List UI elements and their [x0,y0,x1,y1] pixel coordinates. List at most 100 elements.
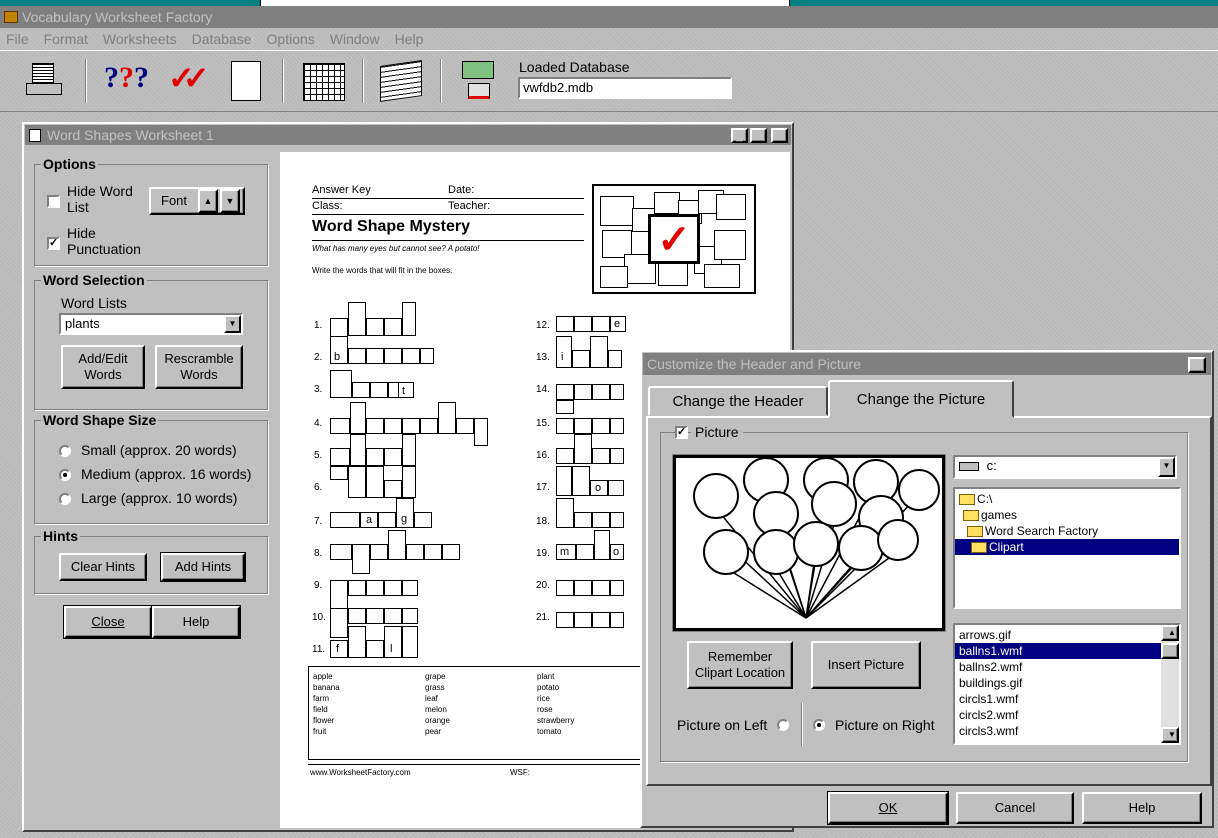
picture-label[interactable]: Picture [691,424,743,440]
tab-change-header-label: Change the Header [672,392,804,410]
dialog-help-button[interactable]: Help [1082,792,1202,824]
worksheet-icon[interactable] [380,60,422,102]
dialog-title: Customize the Header and Picture [647,356,861,372]
tab-change-picture[interactable]: Change the Picture [828,380,1014,418]
maximize-button[interactable]: □ [750,128,767,143]
scroll-down-button[interactable]: ▼ [1161,727,1179,743]
picture-on-right-label[interactable]: Picture on Right [835,717,935,733]
hide-punctuation-checkbox[interactable]: ✓ [47,237,60,250]
options-group: Options Hide Word List Font ▲ ▼ ✓ Hide P… [34,156,268,266]
folder-list[interactable]: C:\ games Word Search Factory Clipart [953,487,1181,609]
close-button[interactable]: Close [63,605,153,639]
word-lists-label: Word Lists [61,295,127,311]
menu-file[interactable]: File [6,31,29,47]
add-hints-label: Add Hints [174,559,232,574]
remember-clipart-button[interactable]: Remember Clipart Location [687,641,793,689]
ws-titlebar[interactable]: Word Shapes Worksheet 1 ▁ □ ✕ [25,125,791,145]
dialog-titlebar[interactable]: Customize the Header and Picture ✕ [643,353,1211,375]
word-list-select[interactable]: plants ▼ [59,313,243,335]
word-bank-word: grape [425,672,446,681]
word-bank-word: leaf [425,694,438,703]
help-questions-icon[interactable]: ??? [104,61,149,95]
file-item[interactable]: circls3.wmf [955,723,1179,739]
folder-item[interactable]: Word Search Factory [955,523,1179,539]
picture-group: ✓ Picture c: ▼ C:\ games Word Search Fac… [660,424,1188,762]
item-number: 3. [314,384,323,395]
tab-change-picture-label: Change the Picture [856,390,986,408]
cancel-button[interactable]: Cancel [956,792,1074,824]
word-bank-col-3: plant potato rice rose strawberry tomato [537,671,574,737]
drive-select[interactable]: c: ▼ [953,455,1177,479]
folder-item-label: C:\ [977,492,993,506]
loaded-database-field[interactable]: vwfdb2.mdb [518,77,732,99]
menu-database[interactable]: Database [192,31,252,47]
dialog-close-button[interactable]: ✕ [1188,357,1206,373]
tab-change-header[interactable]: Change the Header [648,386,828,416]
word-bank-word: fruit [313,727,327,736]
grid-icon[interactable] [303,63,345,101]
size-small-label[interactable]: Small (approx. 20 words) [81,442,237,458]
toolbar: ??? ✓✓ Loaded Database vwfdb2.mdb [0,50,1218,112]
scroll-up-button[interactable]: ▲ [1161,625,1179,641]
item-number: 7. [314,516,323,527]
open-folder-icon [963,510,979,522]
size-large-label[interactable]: Large (approx. 10 words) [81,490,237,506]
font-down-button[interactable]: ▼ [220,189,240,213]
database-icon[interactable] [460,61,498,101]
insert-picture-button[interactable]: Insert Picture [811,641,921,689]
file-item-selected[interactable]: ballns1.wmf [955,643,1179,659]
folder-item[interactable]: games [955,507,1179,523]
picture-preview [673,455,945,631]
file-item[interactable]: circls1.wmf [955,691,1179,707]
chevron-down-icon[interactable]: ▼ [1158,457,1175,477]
folder-item-selected[interactable]: Clipart [955,539,1179,555]
footer-wsf: WSF: [510,768,530,777]
clear-hints-button[interactable]: Clear Hints [59,553,147,581]
app-titlebar[interactable]: Vocabulary Worksheet Factory [0,6,1218,28]
add-edit-words-button[interactable]: Add/Edit Words [61,345,145,389]
menu-window[interactable]: Window [330,31,380,47]
item-number: 10. [312,612,326,623]
hints-title: Hints [41,528,80,544]
ws-title: Word Shapes Worksheet 1 [47,127,214,143]
hide-word-list-label[interactable]: Hide Word List [67,183,133,215]
balloons-picture [693,457,940,619]
size-medium-radio[interactable] [59,469,71,481]
picture-on-right-radio[interactable] [813,719,825,731]
chevron-down-icon[interactable]: ▼ [224,315,241,333]
file-list-scrollbar[interactable]: ▲ ▼ [1161,625,1179,743]
rescramble-words-button[interactable]: Rescramble Words [155,345,243,389]
menu-options[interactable]: Options [267,31,315,47]
hide-word-list-checkbox[interactable] [47,195,60,208]
blank-page-icon[interactable] [231,61,261,101]
file-item[interactable]: ballns2.wmf [955,659,1179,675]
file-item[interactable]: arrows.gif [955,627,1179,643]
open-folder-icon [959,494,975,506]
folder-item[interactable]: C:\ [955,491,1179,507]
scroll-thumb[interactable] [1161,643,1179,659]
menu-format[interactable]: Format [44,31,88,47]
hide-punctuation-label[interactable]: Hide Punctuation [67,225,147,257]
print-icon[interactable] [24,63,64,99]
picture-on-left-radio[interactable] [777,719,789,731]
size-medium-label[interactable]: Medium (approx. 16 words) [81,466,251,482]
file-item[interactable]: buildings.gif [955,675,1179,691]
ok-button[interactable]: OK [827,791,949,825]
picture-checkbox[interactable]: ✓ [675,426,688,439]
word-bank-col-1: apple banana farm field flower fruit [313,671,340,737]
word-bank-word: plant [537,672,555,681]
minimize-button[interactable]: ▁ [731,128,748,143]
size-large-radio[interactable] [59,493,71,505]
check-marks-icon[interactable]: ✓✓ [168,59,210,97]
help-button[interactable]: Help [151,605,241,639]
file-list[interactable]: arrows.gif ballns1.wmf ballns2.wmf build… [953,623,1181,745]
close-window-button[interactable]: ✕ [771,128,788,143]
file-item[interactable]: circls2.wmf [955,707,1179,723]
font-up-button[interactable]: ▲ [198,189,218,213]
class-label: Class: [312,200,343,212]
menu-help[interactable]: Help [395,31,424,47]
add-hints-button[interactable]: Add Hints [160,552,246,582]
picture-on-left-label[interactable]: Picture on Left [677,717,767,733]
menu-worksheets[interactable]: Worksheets [103,31,177,47]
size-small-radio[interactable] [59,445,71,457]
